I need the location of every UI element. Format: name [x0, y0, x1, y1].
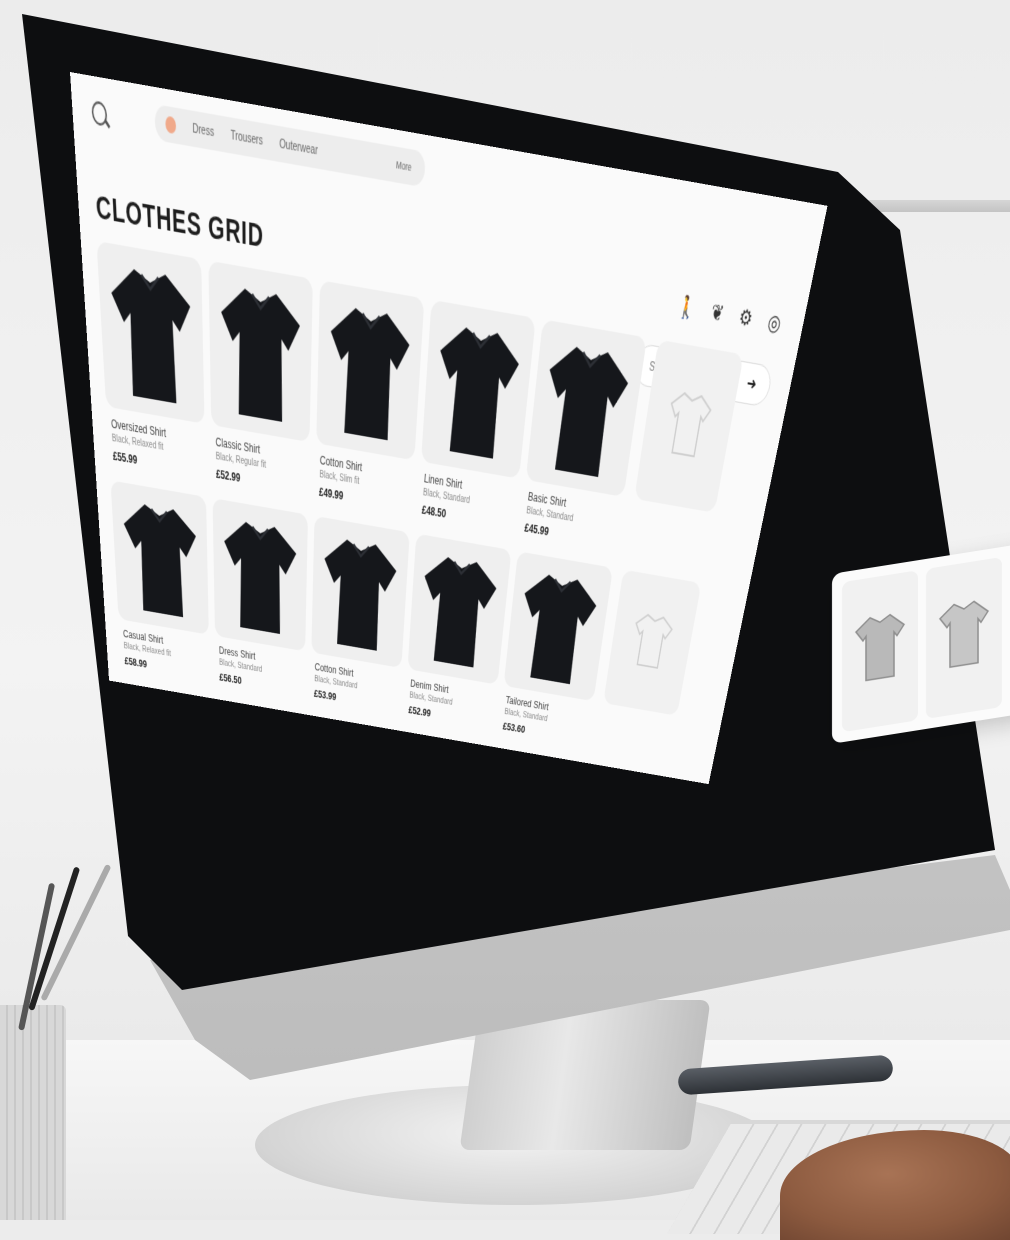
shirt-icon: [938, 600, 990, 669]
hanger-icon[interactable]: ❦: [709, 298, 726, 327]
product-card[interactable]: Cotton Shirt Black, Slim fit £49.99: [315, 280, 425, 521]
settings-icon[interactable]: ◎: [766, 308, 784, 337]
shirt-icon: [221, 510, 299, 643]
product-card[interactable]: Classic Shirt Black, Regular fit £52.99: [208, 260, 313, 504]
product-card[interactable]: Denim Shirt Black, Standard £52.99: [404, 533, 512, 736]
filter-icon[interactable]: ⚙: [737, 303, 755, 332]
shirt-outline-icon: [662, 385, 715, 462]
product-card[interactable]: Basic Shirt Black, Standard £45.99: [519, 319, 648, 557]
product-grid: Oversized Shirt Black, Relaxed fit £55.99 C…: [96, 240, 654, 753]
nav-item-outerwear[interactable]: Outerwear: [279, 137, 318, 158]
popup-thumb[interactable]: [842, 570, 918, 733]
search-icon[interactable]: [91, 100, 108, 127]
nav-item-dress[interactable]: Dress: [192, 122, 214, 140]
toolbar: 🚶 ❦ ⚙ ◎: [675, 292, 783, 337]
product-card[interactable]: Oversized Shirt Black, Relaxed fit £55.99: [96, 240, 205, 486]
product-card[interactable]: Linen Shirt Black, Standard £48.50: [417, 299, 536, 540]
arrow-right-icon: ➜: [745, 374, 759, 395]
product-image[interactable]: [503, 551, 614, 702]
shirt-icon: [325, 295, 414, 451]
product-image[interactable]: [212, 498, 308, 652]
product-image[interactable]: [110, 480, 209, 635]
product-image[interactable]: [96, 240, 205, 424]
nav-item-trousers[interactable]: Trousers: [231, 128, 263, 148]
wall-shelf: [860, 200, 1010, 212]
shirt-icon: [320, 528, 401, 660]
shirt-outline-icon: [628, 608, 676, 673]
product-image[interactable]: [421, 299, 536, 479]
product-image[interactable]: [525, 319, 648, 497]
quick-view-popup[interactable]: [832, 542, 1010, 744]
shirt-icon: [512, 563, 603, 693]
product-image[interactable]: [208, 260, 313, 443]
shirt-icon: [416, 546, 502, 677]
person-icon[interactable]: 🚶: [675, 292, 698, 322]
shirt-icon: [430, 314, 525, 469]
shirt-icon: [120, 493, 201, 627]
shirt-icon: [107, 256, 196, 415]
product-image[interactable]: [407, 533, 512, 685]
shirt-icon: [218, 275, 304, 433]
product-image[interactable]: [311, 515, 410, 669]
avatar-dot: [165, 115, 177, 135]
product-image[interactable]: [316, 280, 425, 461]
pencil-cup: [0, 1005, 66, 1220]
shirt-icon: [535, 334, 636, 488]
nav-more[interactable]: More: [396, 159, 412, 174]
popup-thumb[interactable]: [926, 556, 1002, 719]
product-card[interactable]: Dress Shirt Black, Standard £56.50: [212, 498, 308, 703]
product-card[interactable]: Casual Shirt Black, Relaxed fit £58.99: [110, 480, 209, 687]
placeholder-card: [603, 569, 702, 716]
product-card[interactable]: Cotton Shirt Black, Standard £53.99: [310, 515, 410, 720]
product-card[interactable]: Tailored Shirt Black, Standard £53.60: [498, 551, 614, 752]
shirt-icon: [854, 613, 906, 682]
